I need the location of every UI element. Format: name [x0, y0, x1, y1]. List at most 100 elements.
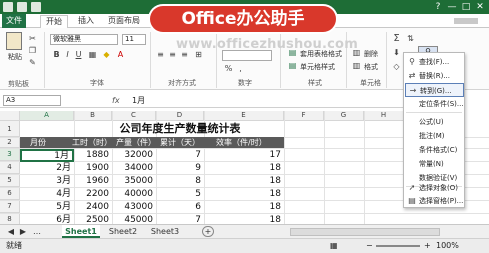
- menu-item-constants[interactable]: 常量(N): [405, 157, 464, 171]
- autosum-icon[interactable]: Σ: [392, 34, 401, 44]
- font-color-icon[interactable]: A: [116, 50, 125, 59]
- menu-item-selection-pane[interactable]: ▤ 选择窗格(P)...: [405, 194, 464, 208]
- underline-icon[interactable]: U: [74, 50, 83, 59]
- menu-item-replace[interactable]: ⇄ 替换(R)...: [405, 69, 464, 83]
- copy-icon[interactable]: ❐: [28, 46, 37, 55]
- table-cell[interactable]: 43000: [112, 201, 156, 213]
- table-cell[interactable]: 3月: [20, 175, 74, 187]
- bold-icon[interactable]: B: [52, 50, 61, 59]
- percent-icon[interactable]: %: [224, 64, 233, 73]
- table-cell[interactable]: 5: [156, 188, 204, 200]
- font-name-select[interactable]: 微软雅黑: [50, 34, 118, 45]
- table-cell[interactable]: 45000: [112, 214, 156, 224]
- horizontal-scrollbar[interactable]: [290, 228, 440, 236]
- column-header-c[interactable]: C: [112, 111, 156, 121]
- table-cell[interactable]: 18: [204, 175, 284, 187]
- add-sheet-icon[interactable]: +: [202, 226, 214, 237]
- header-output[interactable]: 产量（件）: [116, 137, 156, 148]
- table-cell[interactable]: 1960: [74, 175, 112, 187]
- table-cell[interactable]: 7: [156, 149, 204, 161]
- close-button[interactable]: ✕: [474, 1, 486, 13]
- save-icon[interactable]: [17, 2, 27, 12]
- fill-icon[interactable]: ⬇: [392, 48, 401, 57]
- table-cell[interactable]: 9: [156, 162, 204, 174]
- cell-styles-button[interactable]: 单元格样式: [300, 62, 335, 72]
- menu-item-formulas[interactable]: 公式(U): [405, 115, 464, 129]
- minimize-button[interactable]: —: [446, 1, 458, 13]
- delete-cells-button[interactable]: 删除: [364, 49, 378, 59]
- help-button[interactable]: ?: [432, 1, 444, 13]
- menu-item-goto[interactable]: → 转到(G)...: [405, 83, 464, 97]
- row-header-3[interactable]: 3: [0, 148, 20, 161]
- sheet-tab-1[interactable]: Sheet1: [62, 225, 100, 238]
- tab-home[interactable]: 开始: [40, 15, 68, 28]
- table-cell[interactable]: 35000: [112, 175, 156, 187]
- name-box[interactable]: A3: [3, 95, 61, 106]
- row-header-4[interactable]: 4: [0, 161, 20, 174]
- menu-item-goto-special[interactable]: 定位条件(S)...: [405, 97, 464, 111]
- zoom-in-icon[interactable]: +: [424, 239, 431, 253]
- row-header-2[interactable]: 2: [0, 137, 20, 148]
- column-header-a[interactable]: A: [20, 111, 74, 121]
- paste-icon[interactable]: [6, 32, 22, 50]
- table-cell[interactable]: 18: [204, 201, 284, 213]
- page-layout-icon[interactable]: ▦: [330, 239, 338, 253]
- column-header-g[interactable]: G: [324, 111, 364, 121]
- sheet-nav-more-icon[interactable]: …: [32, 225, 42, 238]
- header-month[interactable]: 月份: [30, 137, 46, 148]
- zoom-slider[interactable]: [376, 245, 420, 247]
- table-title[interactable]: 公司年度生产数量统计表: [80, 123, 280, 135]
- table-cell[interactable]: 2200: [74, 188, 112, 200]
- clear-icon[interactable]: ◇: [392, 62, 401, 71]
- table-cell[interactable]: 18: [204, 214, 284, 224]
- table-cell[interactable]: 18: [204, 162, 284, 174]
- table-cell[interactable]: 34000: [112, 162, 156, 174]
- sort-filter-icon[interactable]: ⇅: [406, 34, 415, 43]
- row-header-7[interactable]: 7: [0, 200, 20, 213]
- sheet-nav-prev-icon[interactable]: ◀: [6, 225, 16, 238]
- row-header-1[interactable]: 1: [0, 121, 20, 137]
- table-cell[interactable]: 2500: [74, 214, 112, 224]
- table-cell[interactable]: 40000: [112, 188, 156, 200]
- column-header-h[interactable]: H: [364, 111, 404, 121]
- table-cell[interactable]: 5月: [20, 201, 74, 213]
- table-cell[interactable]: 6: [156, 201, 204, 213]
- table-cell[interactable]: 6月: [20, 214, 74, 224]
- table-cell[interactable]: 2月: [20, 162, 74, 174]
- italic-icon[interactable]: I: [63, 50, 72, 59]
- font-size-select[interactable]: 11: [122, 34, 146, 45]
- user-account[interactable]: [448, 15, 484, 28]
- undo-icon[interactable]: [31, 2, 41, 12]
- table-cell[interactable]: 1880: [74, 149, 112, 161]
- align-top-icon[interactable]: ≡: [156, 50, 165, 59]
- fill-color-icon[interactable]: ◆: [102, 50, 111, 59]
- table-cell[interactable]: 18: [204, 188, 284, 200]
- menu-item-comments[interactable]: 批注(M): [405, 129, 464, 143]
- sheet-nav-next-icon[interactable]: ▶: [18, 225, 28, 238]
- comma-icon[interactable]: ,: [236, 64, 245, 73]
- menu-item-conditional-formatting[interactable]: 条件格式(C): [405, 143, 464, 157]
- fx-icon[interactable]: fx: [112, 96, 120, 105]
- row-header-5[interactable]: 5: [0, 174, 20, 187]
- header-hours[interactable]: 工时（时）: [72, 137, 112, 148]
- zoom-out-icon[interactable]: −: [366, 239, 373, 253]
- formula-input[interactable]: 1月: [130, 95, 398, 107]
- header-days[interactable]: 累计（天）: [160, 137, 200, 148]
- cell-a3[interactable]: 1月: [20, 149, 74, 162]
- table-cell[interactable]: 7: [156, 214, 204, 224]
- menu-item-select-objects[interactable]: ➚ 选择对象(O): [405, 181, 464, 195]
- sheet-tab-2[interactable]: Sheet2: [104, 225, 142, 238]
- column-header-e[interactable]: E: [204, 111, 284, 121]
- cut-icon[interactable]: ✂: [28, 34, 37, 43]
- zoom-level[interactable]: 100%: [436, 239, 459, 253]
- column-header-d[interactable]: D: [156, 111, 204, 121]
- maximize-button[interactable]: □: [460, 1, 472, 13]
- tab-insert[interactable]: 插入: [74, 15, 98, 28]
- table-cell[interactable]: 32000: [112, 149, 156, 161]
- row-header-6[interactable]: 6: [0, 187, 20, 200]
- table-cell[interactable]: 4月: [20, 188, 74, 200]
- table-cell[interactable]: 2400: [74, 201, 112, 213]
- format-painter-icon[interactable]: ✎: [28, 58, 37, 67]
- paste-button[interactable]: 粘贴: [8, 52, 22, 62]
- column-header-b[interactable]: B: [74, 111, 112, 121]
